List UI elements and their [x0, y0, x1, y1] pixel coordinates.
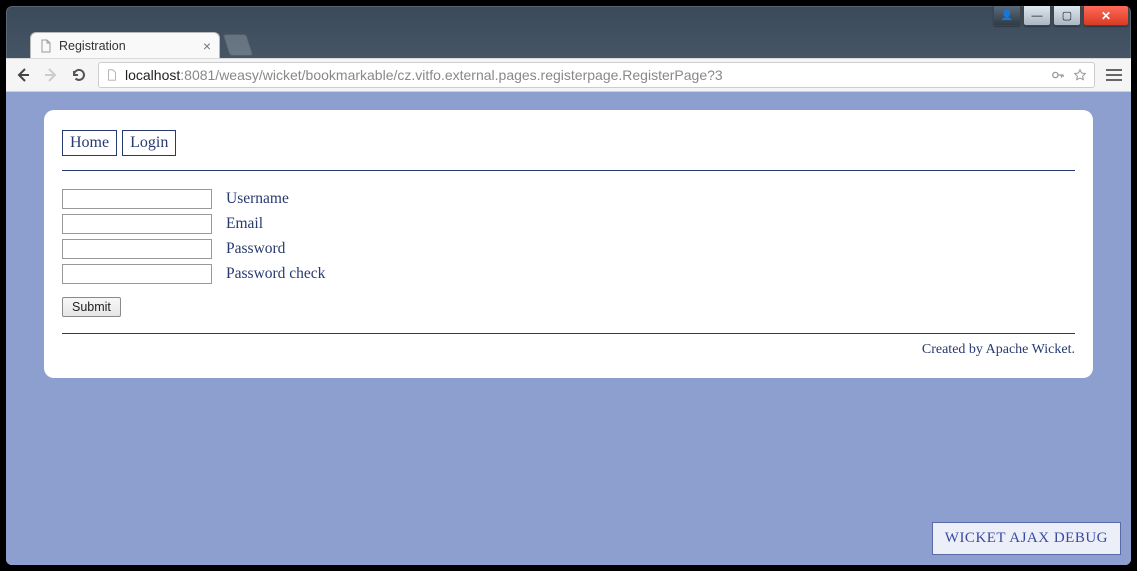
bookmark-star-icon[interactable] — [1072, 68, 1088, 82]
submit-button[interactable]: Submit — [62, 297, 121, 317]
email-label: Email — [226, 215, 263, 233]
window-frame: 👤 — ▢ ✕ Registration × — [6, 6, 1131, 565]
footer-prefix: Created by — [922, 342, 986, 357]
nav-links: Home Login — [62, 130, 1075, 156]
email-field[interactable] — [62, 214, 212, 234]
user-icon: 👤 — [1001, 10, 1013, 21]
form-row-username: Username — [62, 189, 1075, 209]
password-field[interactable] — [62, 239, 212, 259]
footer-credit: Created by Apache Wicket. — [62, 342, 1075, 358]
maximize-icon: ▢ — [1062, 9, 1072, 22]
footer-link[interactable]: Apache Wicket — [986, 342, 1072, 357]
tab-registration[interactable]: Registration × — [30, 32, 220, 58]
minimize-button[interactable]: — — [1023, 6, 1051, 26]
form-row-password-check: Password check — [62, 264, 1075, 284]
divider-top — [62, 170, 1075, 171]
hamburger-menu-button[interactable] — [1105, 69, 1123, 81]
form-row-password: Password — [62, 239, 1075, 259]
close-window-button[interactable]: ✕ — [1083, 6, 1129, 26]
minimize-icon: — — [1032, 10, 1043, 22]
divider-bottom — [62, 333, 1075, 334]
footer-suffix: . — [1072, 342, 1076, 357]
close-icon: ✕ — [1101, 9, 1111, 23]
password-check-label: Password check — [226, 265, 325, 283]
tab-title: Registration — [59, 39, 126, 53]
page-icon — [105, 68, 119, 82]
url-path: :8081/weasy/wicket/bookmarkable/cz.vitfo… — [180, 67, 722, 83]
form-row-email: Email — [62, 214, 1075, 234]
nav-home-link[interactable]: Home — [62, 130, 117, 156]
page-viewport: Home Login Username Email Password — [6, 92, 1131, 565]
password-label: Password — [226, 240, 285, 258]
nav-login-link[interactable]: Login — [122, 130, 176, 156]
username-field[interactable] — [62, 189, 212, 209]
titlebar: 👤 — ▢ ✕ — [6, 6, 1131, 30]
forward-button[interactable] — [42, 66, 60, 84]
username-label: Username — [226, 190, 289, 208]
address-bar[interactable]: localhost:8081/weasy/wicket/bookmarkable… — [98, 62, 1095, 88]
maximize-button[interactable]: ▢ — [1053, 6, 1081, 26]
back-button[interactable] — [14, 66, 32, 84]
toolbar: localhost:8081/weasy/wicket/bookmarkable… — [6, 58, 1131, 92]
url-host: localhost — [125, 67, 180, 83]
user-account-button[interactable]: 👤 — [993, 6, 1021, 26]
tab-strip: Registration × — [6, 30, 1131, 58]
registration-form: Username Email Password Password check S… — [62, 189, 1075, 317]
wicket-ajax-debug-button[interactable]: WICKET AJAX DEBUG — [932, 522, 1121, 555]
url-text: localhost:8081/weasy/wicket/bookmarkable… — [125, 67, 1044, 83]
document-icon — [39, 39, 53, 53]
content-card: Home Login Username Email Password — [44, 110, 1093, 378]
password-key-icon[interactable] — [1050, 68, 1066, 82]
password-check-field[interactable] — [62, 264, 212, 284]
reload-button[interactable] — [70, 66, 88, 84]
new-tab-button[interactable] — [222, 34, 253, 56]
tab-close-icon[interactable]: × — [203, 39, 211, 53]
